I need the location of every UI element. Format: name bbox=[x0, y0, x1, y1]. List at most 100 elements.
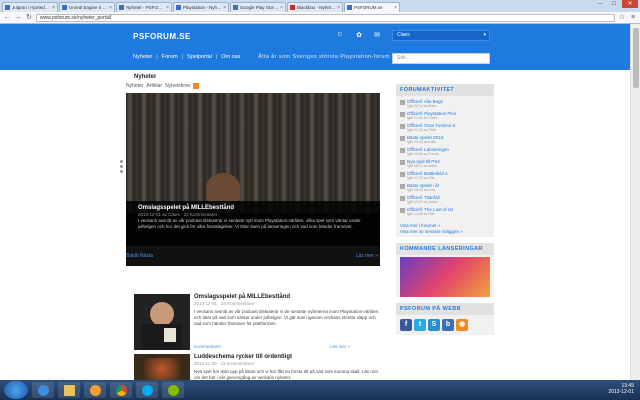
site-logo[interactable]: PSFORUM.SE bbox=[133, 32, 191, 41]
forum-activity-item[interactable]: Officiell: Lanseringen Igår 19:30 av Emma bbox=[400, 147, 490, 156]
featured-image bbox=[126, 93, 380, 213]
topic-icon bbox=[400, 160, 405, 165]
tab-close-icon[interactable]: × bbox=[223, 5, 226, 11]
blog-icon[interactable]: b bbox=[442, 319, 454, 331]
more-posts-link[interactable]: Visa mer av senaste inläggen » bbox=[400, 229, 490, 234]
forum-activity-item[interactable]: Officiell: Battlefield 4 Igår 17:05 av Ol… bbox=[400, 171, 490, 180]
media-player-taskbar-icon[interactable] bbox=[84, 382, 106, 398]
browser-tab[interactable]: Blackbox - Nyheter... × bbox=[287, 2, 343, 12]
topic-icon bbox=[400, 184, 405, 189]
forum-activity-item[interactable]: Officiell: Alla Bugs Igår 22:14 av Mats bbox=[400, 99, 490, 108]
forum-activity-item[interactable]: Bästa spelet i år Igår 16:40 av Lisa bbox=[400, 183, 490, 192]
tab-close-icon[interactable]: × bbox=[337, 5, 340, 11]
tab-favicon-icon bbox=[176, 5, 181, 10]
forum-activity-list: Officiell: Alla Bugs Igår 22:14 av Mats Of… bbox=[396, 96, 494, 222]
url-field[interactable]: www.psforum.se/nyheter_portal/ bbox=[36, 13, 615, 22]
upcoming-releases-widget: KOMMANDE LANSERINGAR bbox=[396, 243, 494, 297]
post-comments-link[interactable]: Kommentarer bbox=[194, 344, 221, 349]
forum-activity-item[interactable]: Officiell: The Last of Us Igår 14:08 av N… bbox=[400, 207, 490, 216]
browser-tab[interactable]: Unreal Engine 4 - ... × bbox=[59, 2, 115, 12]
tab-close-icon[interactable]: × bbox=[109, 5, 112, 11]
twitter-icon[interactable]: t bbox=[414, 319, 426, 331]
feed-link-newsletter[interactable]: Nyhetsbrev bbox=[165, 83, 190, 89]
menu-icon[interactable]: ≡ bbox=[629, 14, 637, 22]
slider-readmore-link[interactable]: Läs mer » bbox=[356, 253, 378, 259]
ie-taskbar-icon[interactable] bbox=[32, 382, 54, 398]
site-search-input[interactable]: Sök... bbox=[392, 53, 490, 64]
featured-caption: Omslagsspelet på MILLEbesttånd 2013-12-0… bbox=[126, 201, 380, 246]
post-thumbnail[interactable] bbox=[134, 354, 190, 380]
slider-prev-link[interactable]: Bakåt bbox=[126, 253, 139, 259]
menu-item[interactable]: Spelportal bbox=[187, 54, 212, 60]
tab-close-icon[interactable]: × bbox=[166, 5, 169, 11]
settings-icon[interactable]: ✿ bbox=[355, 32, 363, 40]
spotify-taskbar-icon[interactable] bbox=[162, 382, 184, 398]
forward-icon[interactable]: → bbox=[14, 14, 22, 22]
tab-label: Google Play Store ... bbox=[240, 5, 280, 10]
forum-topic-meta: Igår 16:40 av Lisa bbox=[407, 188, 435, 192]
tab-favicon-icon bbox=[5, 5, 10, 10]
reload-icon[interactable]: ↻ bbox=[25, 14, 33, 22]
forum-activity-item[interactable]: Nya spel till PS4 Igår 18:12 av Anna bbox=[400, 159, 490, 168]
scrollbar-thumb[interactable] bbox=[633, 28, 639, 88]
news-section-title: Nyheter bbox=[134, 74, 157, 80]
page-scrollbar[interactable] bbox=[630, 24, 640, 380]
minimize-icon[interactable]: – bbox=[594, 0, 606, 8]
post-meta: 2013-11-30 · 12 Kommentarer bbox=[194, 361, 255, 366]
menu-item[interactable]: Nyheter bbox=[133, 54, 152, 60]
tab-close-icon[interactable]: × bbox=[52, 5, 55, 11]
post-thumbnail[interactable] bbox=[134, 294, 190, 350]
post-title[interactable]: Luddeschema rycker till ordentligt bbox=[194, 354, 384, 360]
messages-icon[interactable]: ✉ bbox=[373, 32, 381, 40]
maximize-icon[interactable]: □ bbox=[608, 0, 620, 8]
chrome-taskbar-icon[interactable] bbox=[110, 382, 132, 398]
rss-icon[interactable] bbox=[193, 83, 200, 89]
forum-topic-meta: Igår 20:44 av Kalle bbox=[407, 140, 437, 144]
post-title[interactable]: Omslagsspelet på MILLEbesttånd bbox=[194, 294, 384, 300]
system-clock[interactable]: 13:45 2013-12-01 bbox=[608, 383, 634, 395]
featured-title[interactable]: Omslagsspelet på MILLEbesttånd bbox=[138, 205, 368, 211]
tab-label: Blackbox - Nyheter... bbox=[297, 5, 337, 10]
forum-activity-item[interactable]: Officiell: Playstation Plus Igår 21:50 av… bbox=[400, 111, 490, 120]
forum-topic-meta: Igår 14:08 av Nils bbox=[407, 212, 435, 216]
slider-nav: Bakåt Nästa Läs mer » bbox=[126, 253, 380, 263]
back-icon[interactable]: ← bbox=[3, 14, 11, 22]
start-button[interactable] bbox=[4, 381, 28, 399]
tab-close-icon[interactable]: × bbox=[394, 5, 397, 11]
user-dropdown[interactable]: Claes ▾ bbox=[392, 30, 490, 41]
menu-item[interactable]: Forum bbox=[162, 54, 178, 60]
tab-label: PSFORUM.se bbox=[354, 5, 383, 10]
star-icon[interactable]: ☆ bbox=[618, 14, 626, 22]
feed-link-news[interactable]: Nyheter bbox=[126, 83, 144, 89]
rss-feed-icon[interactable]: ◉ bbox=[456, 319, 468, 331]
slider-next-link[interactable]: Nästa bbox=[140, 253, 153, 259]
notifications-icon[interactable]: ⚐ bbox=[336, 32, 344, 40]
slider-dots[interactable] bbox=[120, 160, 123, 173]
browser-tab[interactable]: PSFORUM.se × bbox=[344, 2, 400, 12]
topic-icon bbox=[400, 172, 405, 177]
browser-tab[interactable]: Playstation - Nyheter ...× bbox=[173, 2, 229, 12]
menu-item[interactable]: Om oss bbox=[221, 54, 240, 60]
release-banner-image[interactable] bbox=[400, 257, 490, 297]
tab-close-icon[interactable]: × bbox=[280, 5, 283, 11]
browser-tab-strip: Julgran i Hjortedal - ...×Unreal Engine … bbox=[0, 0, 640, 12]
forum-activity-item[interactable]: Officiell: Titanfall Igår 15:22 av Johan bbox=[400, 195, 490, 204]
forum-activity-item[interactable]: Bästa spelet 2013 Igår 20:44 av Kalle bbox=[400, 135, 490, 144]
browser-tab[interactable]: Julgran i Hjortedal - ...× bbox=[2, 2, 58, 12]
more-forum-link[interactable]: Visa mer i forumet » bbox=[400, 223, 490, 228]
site-header: PSFORUM.SE ⚐ ✿ ✉ Claes ▾ Nyheter | Forum | S… bbox=[0, 24, 630, 70]
explorer-taskbar-icon[interactable] bbox=[58, 382, 80, 398]
forum-activity-item[interactable]: Officiell: Gran Turismo 6 Igår 21:02 av P… bbox=[400, 123, 490, 132]
browser-tab[interactable]: Google Play Store ... × bbox=[230, 2, 286, 12]
topic-icon bbox=[400, 136, 405, 141]
facebook-icon[interactable]: f bbox=[400, 319, 412, 331]
featured-image-person bbox=[206, 173, 240, 203]
topic-icon bbox=[400, 196, 405, 201]
skype-icon[interactable]: S bbox=[428, 319, 440, 331]
browser-tab[interactable]: Nyheter - PSFORUM.se× bbox=[116, 2, 172, 12]
close-window-icon[interactable]: ✕ bbox=[622, 0, 638, 8]
skype-taskbar-icon[interactable] bbox=[136, 382, 158, 398]
featured-slider[interactable]: Omslagsspelet på MILLEbesttånd 2013-12-0… bbox=[126, 93, 380, 266]
post-readmore-link[interactable]: Läs mer » bbox=[330, 344, 350, 349]
feed-link-articles[interactable]: Artiklar bbox=[147, 83, 163, 89]
